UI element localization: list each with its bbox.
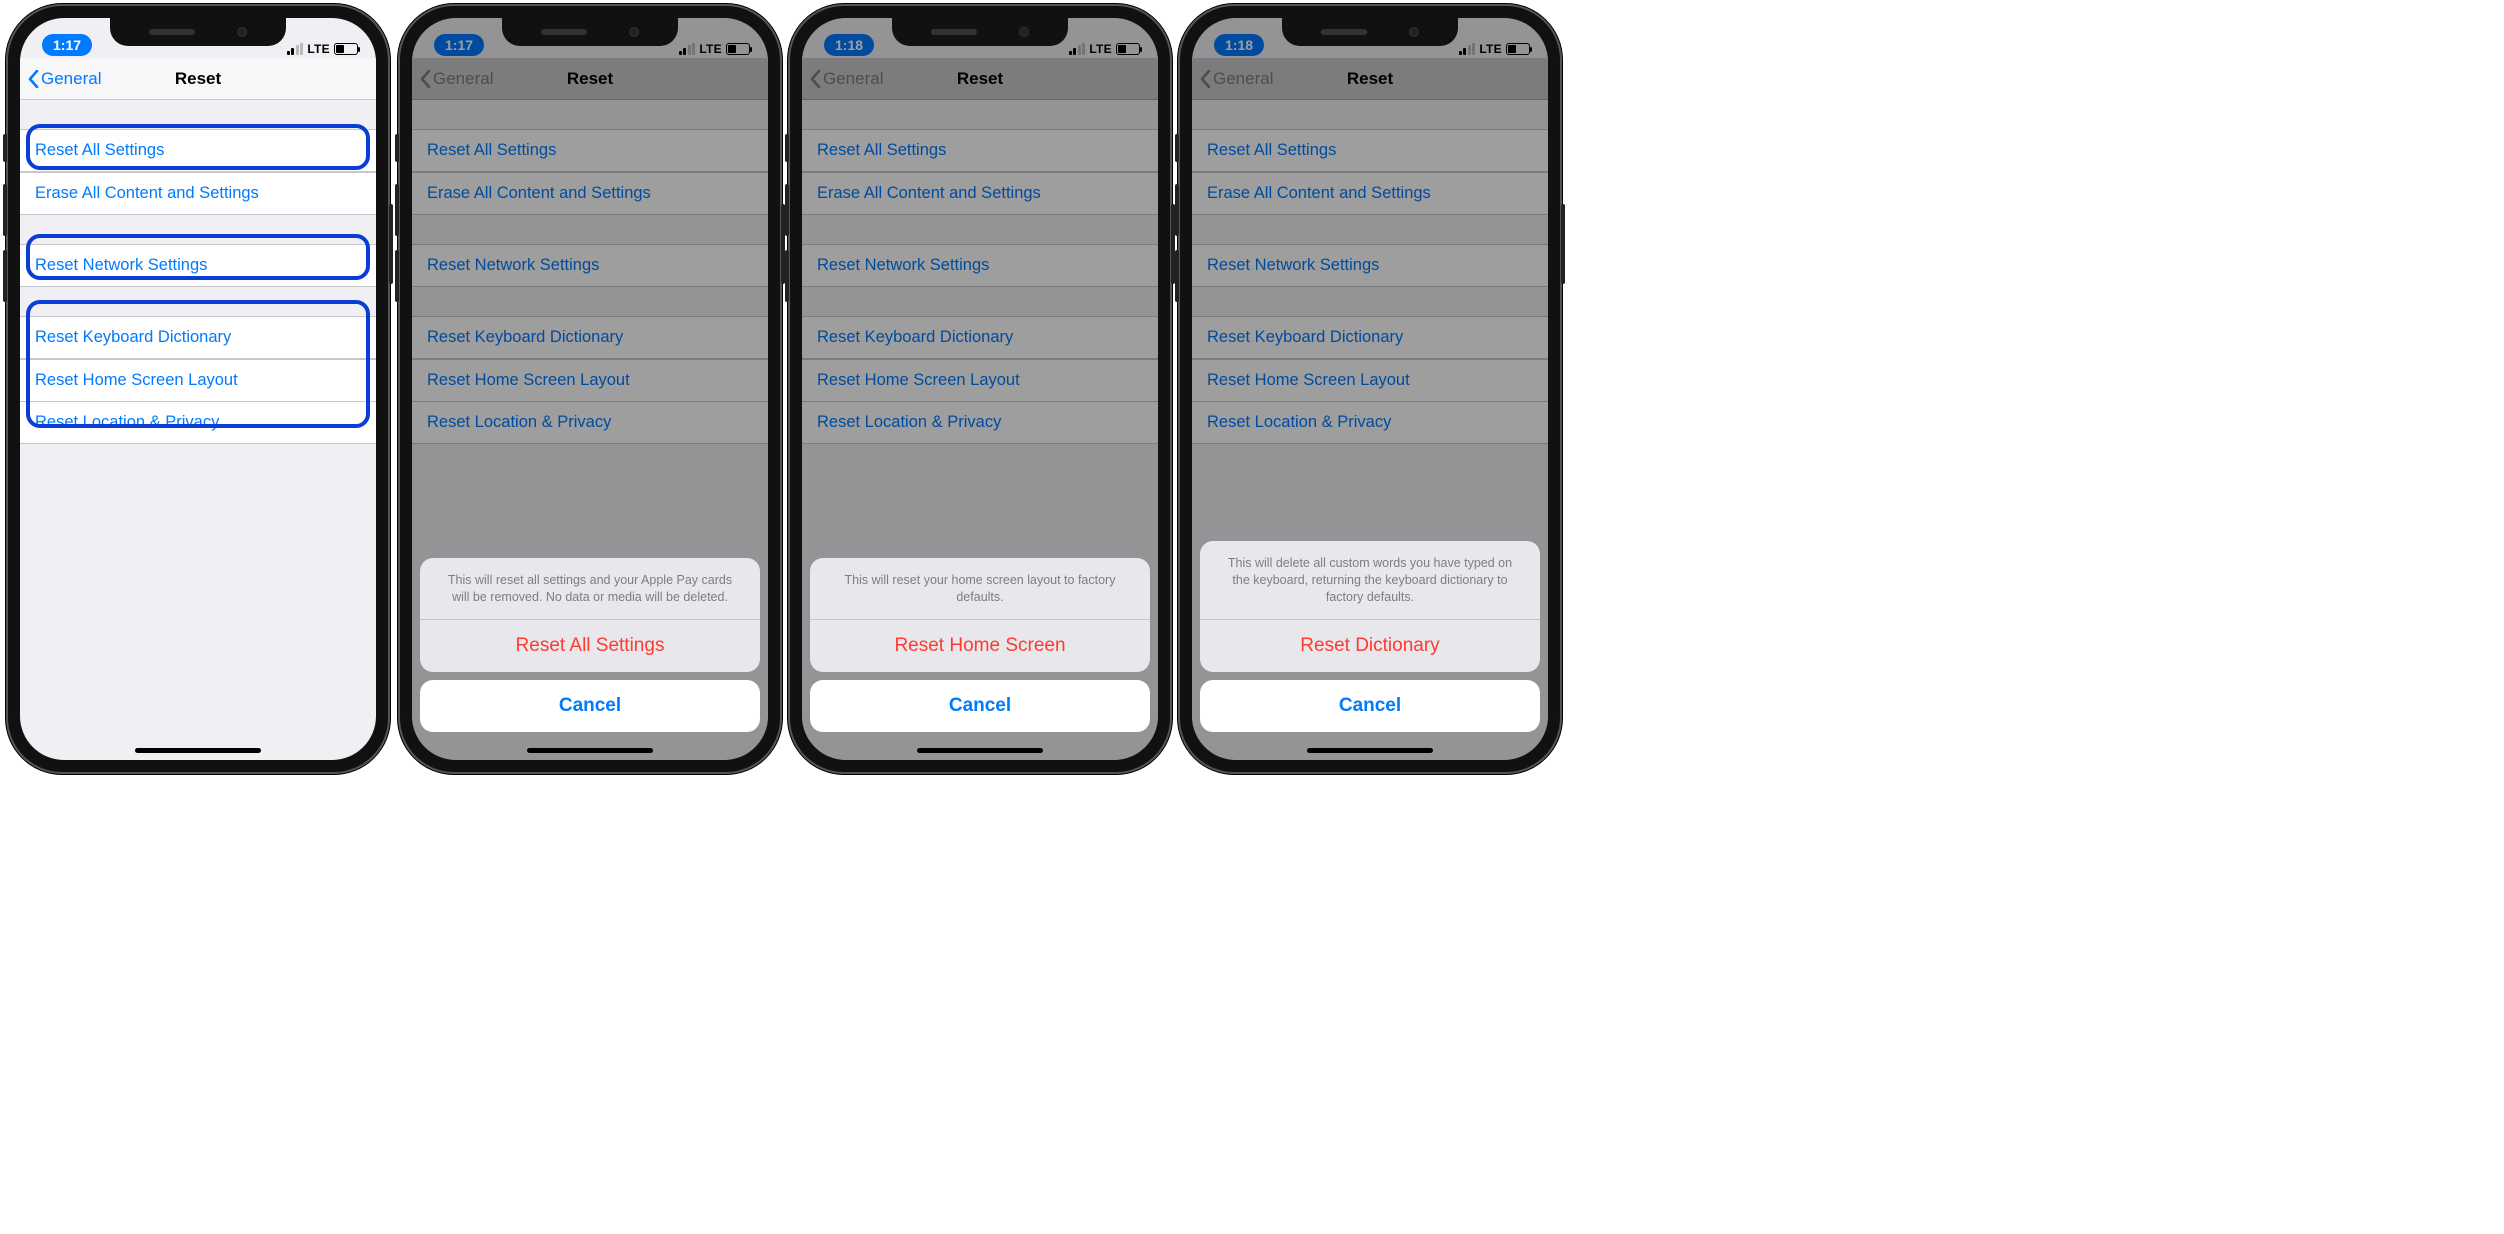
screen: 1:17LTEGeneralResetReset All SettingsEra… <box>20 18 376 760</box>
battery-icon <box>334 43 358 55</box>
back-label: General <box>41 69 101 89</box>
reset-list: Reset All SettingsErase All Content and … <box>20 100 376 444</box>
sheet-destructive-button[interactable]: Reset All Settings <box>420 620 760 672</box>
home-indicator[interactable] <box>917 748 1043 753</box>
sheet-cancel-button[interactable]: Cancel <box>810 680 1150 732</box>
back-button[interactable]: General <box>20 69 101 89</box>
reset-network-settings[interactable]: Reset Network Settings <box>20 244 376 287</box>
sheet-destructive-button[interactable]: Reset Home Screen <box>810 620 1150 672</box>
action-sheet: This will reset your home screen layout … <box>810 558 1150 732</box>
sheet-message: This will reset your home screen layout … <box>810 558 1150 620</box>
notch <box>110 18 286 46</box>
sheet-message: This will delete all custom words you ha… <box>1200 541 1540 620</box>
reset-location-privacy[interactable]: Reset Location & Privacy <box>20 401 376 444</box>
phone-frame: 1:17LTEGeneralResetReset All SettingsEra… <box>398 4 782 774</box>
sheet-cancel-button[interactable]: Cancel <box>420 680 760 732</box>
phone-frame: 1:18LTEGeneralResetReset All SettingsEra… <box>788 4 1172 774</box>
screen: 1:18LTEGeneralResetReset All SettingsEra… <box>802 18 1158 760</box>
home-indicator[interactable] <box>527 748 653 753</box>
reset-keyboard-dictionary[interactable]: Reset Keyboard Dictionary <box>20 316 376 359</box>
action-sheet: This will reset all settings and your Ap… <box>420 558 760 732</box>
home-indicator[interactable] <box>1307 748 1433 753</box>
reset-all-settings[interactable]: Reset All Settings <box>20 129 376 172</box>
notch <box>502 18 678 46</box>
screen: 1:17LTEGeneralResetReset All SettingsEra… <box>412 18 768 760</box>
sheet-destructive-button[interactable]: Reset Dictionary <box>1200 620 1540 672</box>
phone-frame: 1:18LTEGeneralResetReset All SettingsEra… <box>1178 4 1562 774</box>
reset-home-screen-layout[interactable]: Reset Home Screen Layout <box>20 359 376 402</box>
signal-icon <box>287 44 304 55</box>
status-time: 1:17 <box>42 34 92 56</box>
notch <box>892 18 1068 46</box>
nav-bar: GeneralReset <box>20 58 376 100</box>
notch <box>1282 18 1458 46</box>
sheet-message: This will reset all settings and your Ap… <box>420 558 760 620</box>
erase-all-content[interactable]: Erase All Content and Settings <box>20 172 376 215</box>
network-label: LTE <box>307 42 330 56</box>
phone-frame: 1:17LTEGeneralResetReset All SettingsEra… <box>6 4 390 774</box>
home-indicator[interactable] <box>135 748 261 753</box>
sheet-cancel-button[interactable]: Cancel <box>1200 680 1540 732</box>
action-sheet: This will delete all custom words you ha… <box>1200 541 1540 732</box>
screen: 1:18LTEGeneralResetReset All SettingsEra… <box>1192 18 1548 760</box>
